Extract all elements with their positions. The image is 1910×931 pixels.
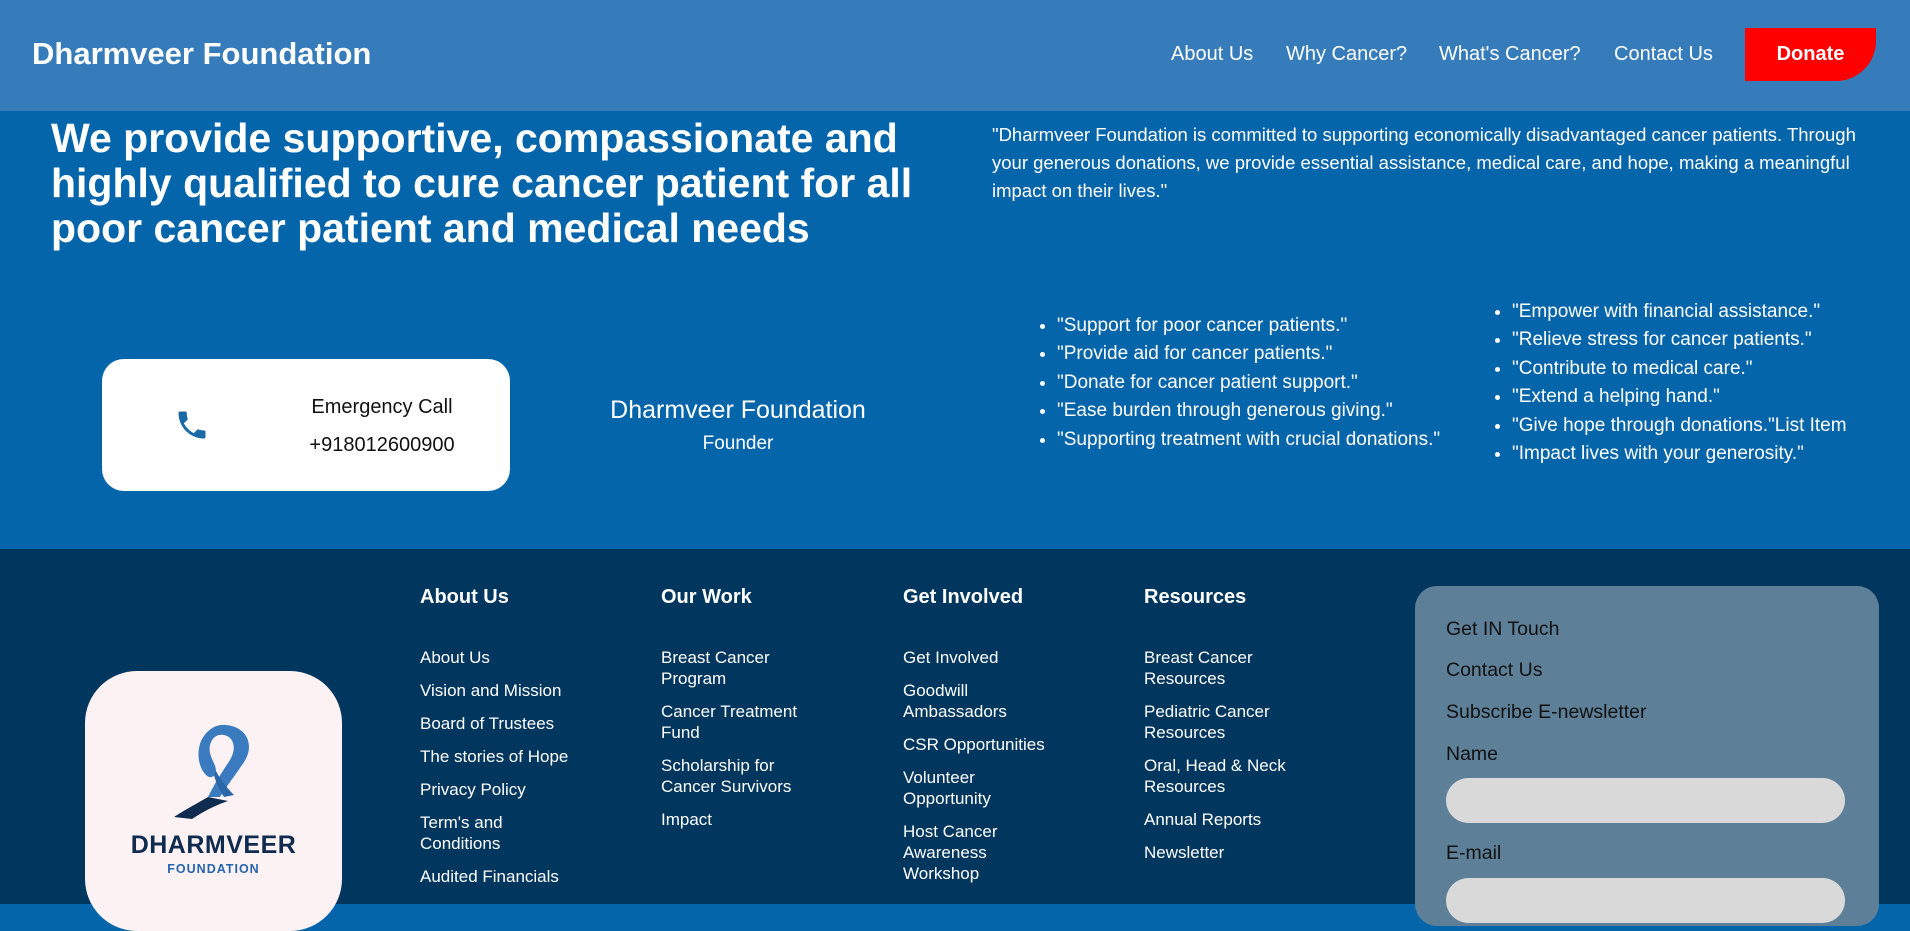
footer-column-resources: Resources Breast Cancer Resources Pediat… xyxy=(1144,586,1314,875)
support-list-right: "Empower with financial assistance." "Re… xyxy=(1488,298,1847,468)
footer-link[interactable]: Privacy Policy xyxy=(420,779,590,800)
list-item: "Support for poor cancer patients." xyxy=(1057,312,1440,340)
hero-title: We provide supportive, compassionate and… xyxy=(51,115,913,251)
footer-link[interactable]: Newsletter xyxy=(1144,842,1314,863)
footer-link[interactable]: Impact xyxy=(661,809,831,830)
footer-column-about-us: About Us About Us Vision and Mission Boa… xyxy=(420,586,590,899)
contact-us-link[interactable]: Contact Us xyxy=(1446,659,1542,682)
ribbon-logo-icon xyxy=(174,724,249,819)
footer-column-title: Get Involved xyxy=(903,586,1024,608)
logo-text-dharmveer: DHARMVEER xyxy=(130,831,297,859)
footer-column-title: About Us xyxy=(420,586,509,608)
name-label: Name xyxy=(1446,743,1499,765)
footer-link[interactable]: Vision and Mission xyxy=(420,680,590,701)
footer-link[interactable]: Board of Trustees xyxy=(420,713,590,734)
nav-link-about-us[interactable]: About Us xyxy=(1171,43,1253,66)
email-label: E-mail xyxy=(1446,842,1502,864)
brand-title[interactable]: Dharmveer Foundation xyxy=(32,36,371,72)
footer-link[interactable]: About Us xyxy=(420,647,590,668)
list-item: "Donate for cancer patient support." xyxy=(1057,369,1440,397)
get-in-touch-heading: Get IN Touch xyxy=(1446,618,1560,640)
footer: DHARMVEER FOUNDATION About Us About Us V… xyxy=(0,549,1910,931)
footer-column-our-work: Our Work Breast Cancer Program Cancer Tr… xyxy=(661,586,831,842)
footer-link[interactable]: Pediatric Cancer Resources xyxy=(1144,701,1284,743)
email-input[interactable] xyxy=(1446,878,1845,923)
list-item: "Provide aid for cancer patients." xyxy=(1057,340,1440,368)
footer-link[interactable]: Breast Cancer Program xyxy=(661,647,796,689)
footer-link[interactable]: The stories of Hope xyxy=(420,746,570,767)
footer-link[interactable]: Host Cancer Awareness Workshop xyxy=(903,821,1013,884)
footer-link[interactable]: Cancer Treatment Fund xyxy=(661,701,811,743)
list-item: "Impact lives with your generosity." xyxy=(1512,440,1847,468)
footer-link[interactable]: CSR Opportunities xyxy=(903,734,1073,755)
emergency-call-card[interactable]: Emergency Call +918012600900 xyxy=(102,359,510,491)
logo-text-foundation: FOUNDATION xyxy=(167,862,260,876)
support-list-left: "Support for poor cancer patients." "Pro… xyxy=(1033,312,1440,454)
list-item: "Empower with financial assistance." xyxy=(1512,298,1847,326)
phone-icon xyxy=(178,411,206,439)
footer-link[interactable]: Oral, Head & Neck Resources xyxy=(1144,755,1304,797)
nav-link-whats-cancer[interactable]: What's Cancer? xyxy=(1439,43,1581,66)
list-item: "Contribute to medical care." xyxy=(1512,355,1847,383)
subscribe-newsletter-link[interactable]: Subscribe E-newsletter xyxy=(1446,701,1647,724)
footer-link[interactable]: Term's and Conditions xyxy=(420,812,540,854)
footer-link[interactable]: Volunteer Opportunity xyxy=(903,767,1018,809)
footer-link[interactable]: Breast Cancer Resources xyxy=(1144,647,1274,689)
list-item: "Extend a helping hand." xyxy=(1512,383,1847,411)
founder-role: Founder xyxy=(702,433,774,454)
footer-link[interactable]: Scholarship for Cancer Survivors xyxy=(661,755,811,797)
emergency-call-label: Emergency Call xyxy=(311,396,453,418)
footer-column-get-involved: Get Involved Get Involved Goodwill Ambas… xyxy=(903,586,1073,896)
footer-link[interactable]: Get Involved xyxy=(903,647,1073,668)
list-item: "Relieve stress for cancer patients." xyxy=(1512,326,1847,354)
footer-link[interactable]: Audited Financials xyxy=(420,866,590,887)
footer-column-title: Resources xyxy=(1144,586,1247,608)
footer-link[interactable]: Annual Reports xyxy=(1144,809,1314,830)
founder-name: Dharmveer Foundation xyxy=(610,396,866,424)
hero-section: We provide supportive, compassionate and… xyxy=(0,111,1910,549)
name-input[interactable] xyxy=(1446,778,1845,823)
get-in-touch-panel: Get IN Touch Contact Us Subscribe E-news… xyxy=(1415,586,1879,926)
list-item: "Ease burden through generous giving." xyxy=(1057,397,1440,425)
navbar: Dharmveer Foundation About Us Why Cancer… xyxy=(0,0,1910,111)
list-item: "Give hope through donations."List Item xyxy=(1512,412,1847,440)
logo-card[interactable]: DHARMVEER FOUNDATION xyxy=(85,671,342,931)
footer-column-title: Our Work xyxy=(661,586,752,608)
emergency-call-number[interactable]: +918012600900 xyxy=(272,434,492,457)
nav-link-why-cancer[interactable]: Why Cancer? xyxy=(1286,43,1407,66)
nav-link-contact-us[interactable]: Contact Us xyxy=(1614,43,1713,66)
donate-button[interactable]: Donate xyxy=(1745,28,1876,81)
footer-link[interactable]: Goodwill Ambassadors xyxy=(903,680,1018,722)
list-item: "Supporting treatment with crucial donat… xyxy=(1057,426,1440,454)
hero-quote: "Dharmveer Foundation is committed to su… xyxy=(992,124,1856,201)
